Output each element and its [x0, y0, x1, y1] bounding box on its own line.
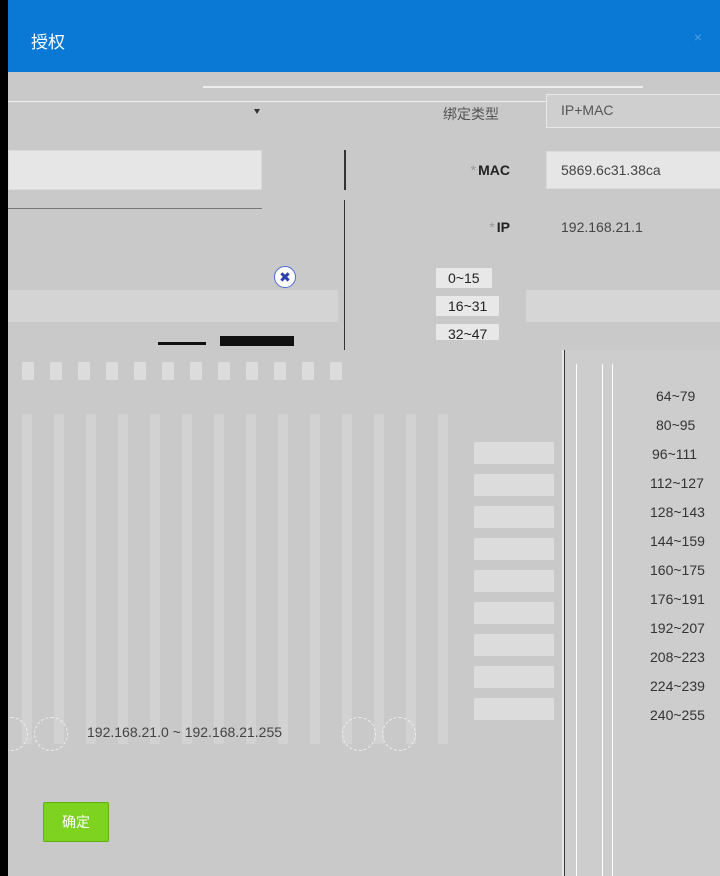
grid-row-block: [474, 570, 554, 592]
range-item[interactable]: 240~255: [650, 707, 705, 723]
grid-cell[interactable]: [302, 362, 314, 380]
ip-range-text: 192.168.21.0 ~ 192.168.21.255: [87, 724, 283, 740]
list-band: [8, 290, 338, 322]
list-band: [526, 290, 720, 322]
panel-line: [612, 364, 613, 876]
divider: [8, 208, 262, 209]
remove-icon[interactable]: ✖: [274, 266, 296, 288]
divider: [344, 150, 346, 190]
grid-cell[interactable]: [218, 362, 230, 380]
grid-cell[interactable]: [78, 362, 90, 380]
ip-label-text: IP: [496, 219, 510, 235]
grid-row-block: [474, 666, 554, 688]
range-item[interactable]: 80~95: [656, 417, 695, 433]
range-item[interactable]: 32~47: [436, 324, 500, 340]
grid-row-block: [474, 442, 554, 464]
grid-column: [374, 414, 384, 744]
grid-column: [86, 414, 96, 744]
grid-cell[interactable]: [134, 362, 146, 380]
range-item[interactable]: 144~159: [650, 533, 705, 549]
range-item[interactable]: 160~175: [650, 562, 705, 578]
mac-input[interactable]: 5869.6c31.38ca: [546, 151, 720, 189]
grid-cell[interactable]: [274, 362, 286, 380]
grid-column: [406, 414, 416, 744]
dark-marker: [220, 336, 294, 346]
select-border: [203, 86, 643, 88]
grid-row-block: [474, 634, 554, 656]
chevron-down-icon[interactable]: [254, 109, 260, 114]
mac-label: * MAC: [458, 162, 510, 178]
auth-type-select[interactable]: IP+MAC: [546, 94, 720, 128]
grid-column: [150, 414, 160, 744]
range-item[interactable]: 64~79: [656, 388, 695, 404]
grid-column: [310, 414, 320, 744]
grid-cell[interactable]: [162, 362, 174, 380]
divider: [344, 200, 345, 350]
panel-line: [576, 364, 577, 876]
grid-column: [342, 414, 352, 744]
grid-column: [118, 414, 128, 744]
grid-cell[interactable]: [246, 362, 258, 380]
range-item[interactable]: 208~223: [650, 649, 705, 665]
prev-page-button[interactable]: [34, 717, 68, 751]
grid-cell[interactable]: [22, 362, 34, 380]
grid-row-block: [474, 602, 554, 624]
ip-grid: [8, 350, 562, 750]
dark-marker: [158, 342, 206, 345]
close-icon[interactable]: ×: [694, 29, 702, 45]
range-item[interactable]: 192~207: [650, 620, 705, 636]
grid-row-block: [474, 474, 554, 496]
grid-column: [438, 414, 448, 744]
range-item[interactable]: 96~111: [652, 446, 697, 462]
range-item[interactable]: 16~31: [436, 296, 500, 316]
ip-input[interactable]: 192.168.21.1: [546, 208, 720, 246]
range-item[interactable]: 112~127: [650, 475, 704, 491]
grid-column: [54, 414, 64, 744]
dialog-titlebar: 授权 ×: [8, 0, 720, 72]
grid-cell[interactable]: [106, 362, 118, 380]
required-mark: *: [489, 219, 495, 235]
left-input[interactable]: [8, 150, 262, 190]
required-mark: *: [470, 162, 477, 178]
grid-cell[interactable]: [50, 362, 62, 380]
panel-line: [564, 350, 565, 876]
mac-label-text: MAC: [478, 162, 510, 178]
panel-line: [602, 364, 603, 876]
grid-column: [246, 414, 256, 744]
confirm-button[interactable]: 确定: [43, 802, 109, 842]
next-page-button[interactable]: [342, 717, 376, 751]
range-panel: 64~79 80~95 96~111 112~127 128~143 144~1…: [562, 350, 720, 876]
dialog-title: 授权: [31, 33, 65, 52]
ip-label: * IP: [468, 219, 510, 235]
range-item[interactable]: 0~15: [436, 268, 492, 288]
range-item[interactable]: 176~191: [650, 591, 705, 607]
authorize-dialog: 授权 × 绑定类型 IP+MAC * MAC 5869.6c31.38ca * IP…: [8, 0, 720, 876]
last-page-button[interactable]: [382, 717, 416, 751]
grid-row-block: [474, 506, 554, 528]
range-item[interactable]: 224~239: [650, 678, 705, 694]
grid-row-block: [474, 538, 554, 560]
grid-column: [214, 414, 224, 744]
grid-column: [278, 414, 288, 744]
grid-column: [22, 414, 32, 744]
auth-type-label: 绑定类型: [443, 106, 499, 122]
grid-cell[interactable]: [330, 362, 342, 380]
grid-column: [182, 414, 192, 744]
grid-row-block: [474, 698, 554, 720]
grid-cell[interactable]: [190, 362, 202, 380]
range-item[interactable]: 128~143: [650, 504, 705, 520]
